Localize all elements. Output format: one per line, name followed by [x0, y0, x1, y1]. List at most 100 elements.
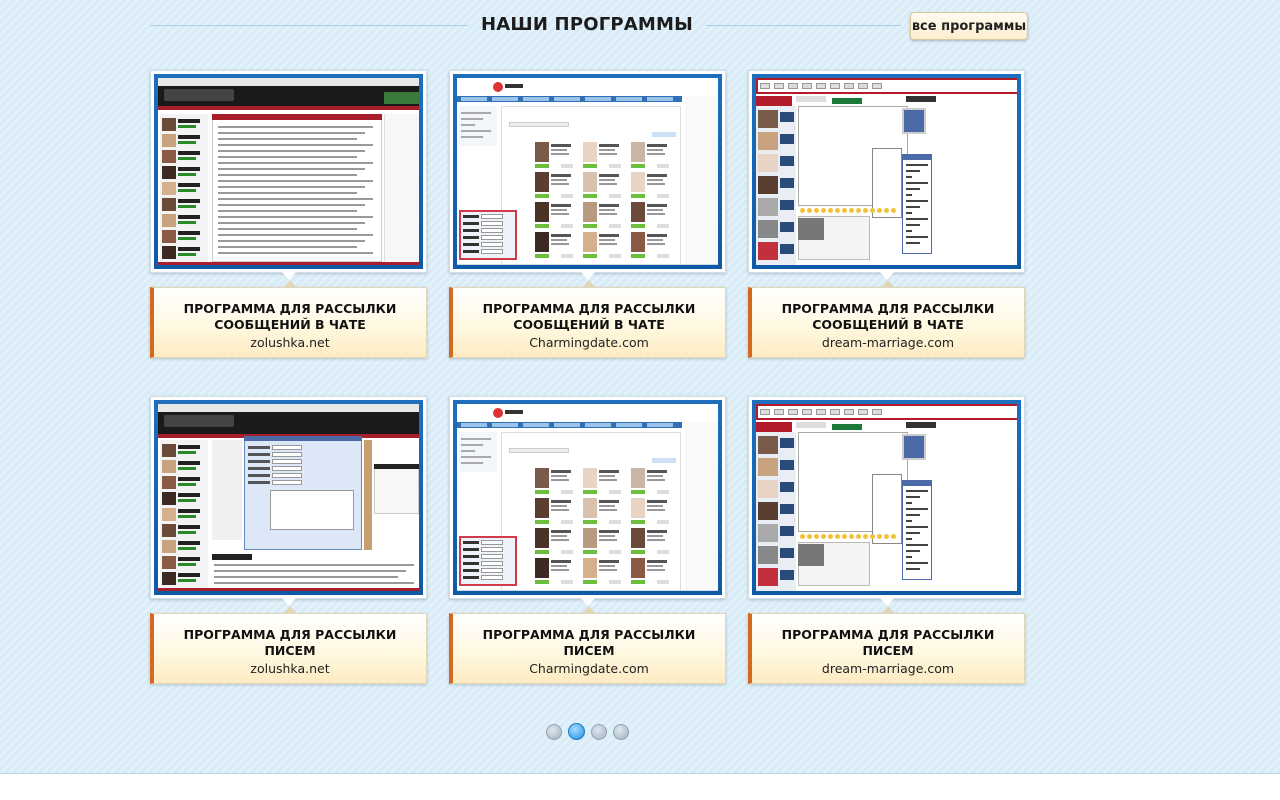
program-title-line1: ПРОГРАММА ДЛЯ РАССЫЛКИ — [781, 301, 995, 316]
screenshot-detail — [906, 526, 928, 528]
screenshot-detail — [816, 83, 826, 89]
screenshot-detail — [884, 534, 889, 539]
screenshot-detail — [631, 520, 645, 524]
program-thumbnail[interactable] — [150, 396, 427, 606]
screenshot-detail — [609, 520, 621, 524]
screenshot-detail — [162, 118, 176, 131]
screenshot-detail — [178, 151, 200, 155]
screenshot-detail — [891, 534, 896, 539]
screenshot-detail — [657, 224, 669, 228]
screenshot-detail — [780, 134, 794, 144]
header-rule-left — [150, 25, 468, 26]
pager-dot[interactable] — [613, 723, 629, 740]
program-title-line1: ПРОГРАММА ДЛЯ РАССЫЛКИ — [482, 627, 696, 642]
screenshot-detail — [463, 555, 479, 558]
screenshot-detail — [647, 179, 663, 181]
screenshot-detail — [218, 162, 373, 164]
screenshot-detail — [162, 214, 176, 227]
pager-dot[interactable] — [591, 723, 607, 740]
screenshot-detail — [493, 408, 503, 418]
pager-dot[interactable] — [546, 723, 562, 740]
screenshot-detail — [272, 473, 302, 478]
screenshot-detail — [218, 246, 357, 248]
screenshot-detail — [461, 423, 487, 427]
screenshot-detail — [463, 236, 479, 239]
screenshot-detail — [583, 558, 597, 578]
screenshot-detail — [906, 490, 928, 492]
screenshot-detail — [178, 477, 200, 481]
screenshot-detail — [657, 580, 669, 584]
program-caption[interactable]: ПРОГРАММА ДЛЯ РАССЫЛКИ ПИСЕМ zolushka.ne… — [150, 606, 427, 684]
screenshot-detail — [647, 535, 663, 537]
screenshot-detail — [647, 149, 663, 151]
screenshot-detail — [906, 176, 912, 178]
screenshot-detail — [535, 520, 549, 524]
screenshot-detail — [647, 204, 667, 207]
screenshot-detail — [178, 215, 200, 219]
screenshot-detail — [631, 580, 645, 584]
screenshot-detail — [461, 444, 483, 446]
screenshot-detail — [583, 194, 597, 198]
program-thumbnail[interactable] — [449, 396, 726, 606]
screenshot-detail — [657, 490, 669, 494]
carousel-pager — [546, 721, 635, 740]
screenshot-detail — [609, 224, 621, 228]
screenshot-detail — [906, 520, 912, 522]
program-caption[interactable]: ПРОГРАММА ДЛЯ РАССЫЛКИ ПИСЕМ Charmingdat… — [449, 606, 726, 684]
screenshot-detail — [162, 444, 176, 457]
screenshot-detail — [162, 476, 176, 489]
program-caption[interactable]: ПРОГРАММА ДЛЯ РАССЫЛКИ ПИСЕМ dream-marri… — [748, 606, 1025, 684]
all-programs-button[interactable]: все программы — [910, 12, 1028, 40]
screenshot-detail — [162, 150, 176, 163]
screenshot-detail — [463, 215, 479, 218]
screenshot-detail — [364, 440, 372, 550]
screenshot-detail — [461, 118, 483, 120]
program-caption[interactable]: ПРОГРАММА ДЛЯ РАССЫЛКИ СООБЩЕНИЙ В ЧАТЕ … — [150, 280, 427, 358]
program-thumbnail[interactable] — [150, 70, 427, 280]
screenshot-detail — [162, 246, 176, 259]
screenshot-detail — [535, 468, 549, 488]
screenshot-detail — [212, 440, 242, 540]
screenshot-detail — [164, 415, 234, 427]
screenshot-detail — [599, 500, 619, 503]
screenshot-detail — [248, 453, 270, 456]
screenshot-detail — [178, 167, 200, 171]
screenshot-detail — [599, 539, 617, 541]
screenshot-detail — [647, 174, 667, 177]
screenshot-detail — [583, 550, 597, 554]
screenshot-detail — [758, 176, 778, 194]
screenshot-detail — [902, 154, 932, 160]
screenshot-detail — [685, 422, 718, 591]
screenshot-detail — [906, 496, 920, 498]
screenshot-detail — [631, 164, 645, 168]
screenshot-detail — [551, 539, 569, 541]
screenshot-detail — [535, 224, 549, 228]
program-caption[interactable]: ПРОГРАММА ДЛЯ РАССЫЛКИ СООБЩЕНИЙ В ЧАТЕ … — [748, 280, 1025, 358]
pager-dot[interactable] — [568, 723, 585, 740]
screenshot-detail — [463, 576, 479, 579]
screenshot-detail — [599, 149, 615, 151]
program-screenshot — [457, 404, 718, 591]
section-title: НАШИ ПРОГРАММЫ — [481, 14, 693, 35]
screenshot-detail — [616, 423, 642, 427]
screenshot-detail — [647, 209, 663, 211]
program-caption[interactable]: ПРОГРАММА ДЛЯ РАССЫЛКИ СООБЩЕНИЙ В ЧАТЕ … — [449, 280, 726, 358]
program-thumbnail[interactable] — [748, 70, 1025, 280]
screenshot-detail — [463, 250, 479, 253]
screenshot-detail — [493, 82, 503, 92]
program-thumbnail[interactable] — [449, 70, 726, 280]
screenshot-detail — [657, 550, 669, 554]
screenshot-detail — [583, 254, 597, 258]
screenshot-detail — [551, 530, 571, 533]
screenshot-detail — [583, 224, 597, 228]
screenshot-detail — [802, 83, 812, 89]
screenshot-detail — [272, 445, 302, 450]
screenshot-detail — [551, 204, 571, 207]
screenshot-detail — [583, 142, 597, 162]
program-thumbnail[interactable] — [748, 396, 1025, 606]
screenshot-detail — [463, 541, 479, 544]
screenshot-detail — [178, 531, 196, 534]
screenshot-detail — [272, 480, 302, 485]
screenshot-detail — [830, 83, 840, 89]
screenshot-detail — [178, 125, 196, 128]
